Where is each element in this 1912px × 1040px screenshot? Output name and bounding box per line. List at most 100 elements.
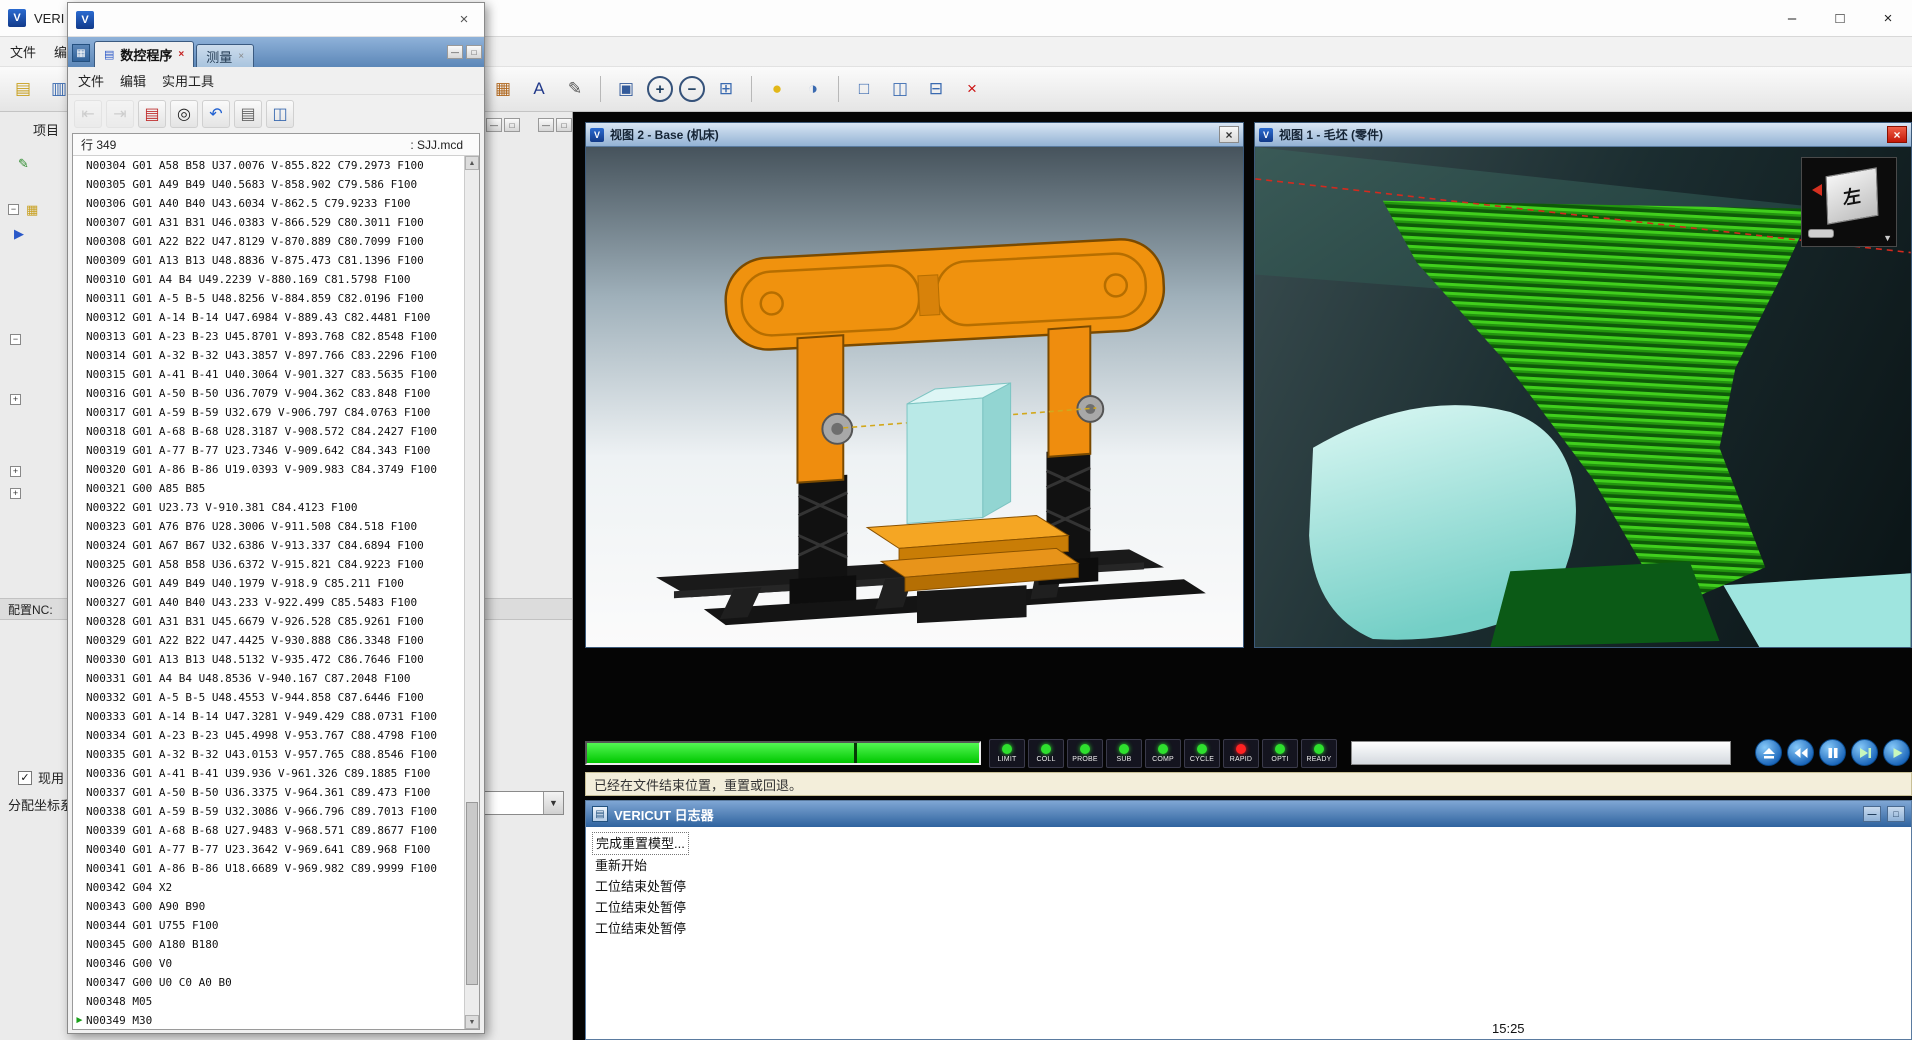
gcode-line[interactable]: N00343 G00 A90 B90 [73, 897, 464, 916]
gcode-line[interactable]: N00335 G01 A-32 B-32 U43.0153 V-957.765 … [73, 745, 464, 764]
gcode-line[interactable]: N00316 G01 A-50 B-50 U36.7079 V-904.362 … [73, 384, 464, 403]
orientation-cube-icon[interactable]: 左 [1826, 167, 1879, 224]
gcode-line[interactable]: N00307 G01 A31 B31 U46.0383 V-866.529 C8… [73, 213, 464, 232]
print-icon[interactable]: ▤ [234, 100, 262, 128]
gcode-scrollbar[interactable]: ▲ ▼ [464, 156, 479, 1029]
project-node-icon[interactable]: ▦ [26, 202, 38, 218]
gcode-line[interactable]: N00314 G01 A-32 B-32 U43.3857 V-897.766 … [73, 346, 464, 365]
markup-pencil-icon[interactable]: ✎ [18, 156, 29, 172]
project-panel-label[interactable]: 项目 [33, 120, 59, 139]
active-checkbox-row[interactable]: ✓ 现用 [18, 768, 64, 787]
gcode-line[interactable]: N00320 G01 A-86 B-86 U19.0393 V-909.983 … [73, 460, 464, 479]
logger-minimize-button[interactable]: — [1863, 806, 1881, 822]
gcode-line[interactable]: N00317 G01 A-59 B-59 U32.679 V-906.797 C… [73, 403, 464, 422]
transport-button-cycle[interactable]: CYCLE [1184, 739, 1220, 768]
gcode-line[interactable]: N00310 G01 A4 B4 U49.2239 V-880.169 C81.… [73, 270, 464, 289]
gcode-list[interactable]: N00304 G01 A58 B58 U37.0076 V-855.822 C7… [73, 156, 464, 1029]
close-view-icon[interactable]: × [957, 74, 987, 104]
layout-split-horizontal-icon[interactable]: ⊟ [921, 74, 951, 104]
view1-close-button[interactable]: × [1887, 126, 1907, 143]
refresh-model-icon[interactable]: ● [762, 74, 792, 104]
step-forward-button[interactable] [1851, 739, 1878, 766]
scroll-up-icon[interactable]: ▲ [465, 156, 479, 170]
pane2-minimize-button[interactable]: — [538, 118, 554, 132]
view2-content[interactable] [586, 147, 1243, 647]
gcode-line[interactable]: N00336 G01 A-41 B-41 U39.936 V-961.326 C… [73, 764, 464, 783]
dropdown-arrow-icon[interactable]: ▼ [543, 792, 563, 814]
gcode-line[interactable]: N00322 G01 U23.73 V-910.381 C84.4123 F10… [73, 498, 464, 517]
gcode-line[interactable]: N00312 G01 A-14 B-14 U47.6984 V-889.43 C… [73, 308, 464, 327]
transport-button-opti[interactable]: OPTI [1262, 739, 1298, 768]
speed-slider-track[interactable] [1351, 741, 1731, 765]
gcode-line[interactable]: N00337 G01 A-50 B-50 U36.3375 V-964.361 … [73, 783, 464, 802]
pane2-restore-button[interactable]: □ [556, 118, 572, 132]
gcode-line[interactable]: N00334 G01 A-23 B-23 U45.4998 V-953.767 … [73, 726, 464, 745]
nc-file-icon[interactable]: ▤ [138, 100, 166, 128]
minimize-button[interactable]: – [1768, 0, 1816, 37]
scrollbar-thumb[interactable] [466, 802, 478, 985]
transport-button-ready[interactable]: READY [1301, 739, 1337, 768]
gcode-line[interactable]: N00321 G00 A85 B85 [73, 479, 464, 498]
transport-button-sub[interactable]: SUB [1106, 739, 1142, 768]
gcode-line[interactable]: N00305 G01 A49 B49 U40.5683 V-858.902 C7… [73, 175, 464, 194]
play-button[interactable] [1883, 739, 1910, 766]
gcode-line[interactable]: N00342 G04 X2 [73, 878, 464, 897]
gcode-line[interactable]: N00306 G01 A40 B40 U43.6034 V-862.5 C79.… [73, 194, 464, 213]
gcode-line[interactable]: N00327 G01 A40 B40 U43.233 V-922.499 C85… [73, 593, 464, 612]
view1-titlebar[interactable]: V 视图 1 - 毛坯 (零件) × [1255, 123, 1911, 147]
transport-button-comp[interactable]: COMP [1145, 739, 1181, 768]
tree-collapse-icon[interactable]: − [8, 204, 19, 215]
control-settings-icon[interactable]: A [524, 74, 554, 104]
gcode-line[interactable]: N00313 G01 A-23 B-23 U45.8701 V-893.768 … [73, 327, 464, 346]
gcode-line[interactable]: N00338 G01 A-59 B-59 U32.3086 V-966.796 … [73, 802, 464, 821]
view2-close-button[interactable]: × [1219, 126, 1239, 143]
menu-item-2[interactable]: 实用工具 [162, 71, 214, 90]
layout-single-view-icon[interactable]: □ [849, 74, 879, 104]
menu-item-1[interactable]: 编辑 [120, 71, 146, 90]
gcode-line[interactable]: N00324 G01 A67 B67 U32.6386 V-913.337 C8… [73, 536, 464, 555]
gcode-line[interactable]: N00304 G01 A58 B58 U37.0076 V-855.822 C7… [73, 156, 464, 175]
gcode-line[interactable]: N00333 G01 A-14 B-14 U47.3281 V-949.429 … [73, 707, 464, 726]
nc-program-tab-close-icon[interactable]: × [178, 49, 184, 60]
eject-button[interactable] [1755, 739, 1782, 766]
nc-float-button[interactable]: □ [466, 45, 482, 59]
tree-expand-icon[interactable]: + [10, 394, 21, 405]
tree-expand3-icon[interactable]: + [10, 488, 21, 499]
logger-titlebar[interactable]: ▤ VERICUT 日志器 — □ [586, 801, 1911, 827]
gcode-line[interactable]: N00318 G01 A-68 B-68 U28.3187 V-908.572 … [73, 422, 464, 441]
log-line[interactable]: 重新开始 [592, 855, 650, 876]
pause-button[interactable] [1819, 739, 1846, 766]
gcode-line[interactable]: N00329 G01 A22 B22 U47.4425 V-930.888 C8… [73, 631, 464, 650]
measure-tab-close-icon[interactable]: × [238, 51, 244, 62]
nc-titlebar[interactable]: V × [68, 3, 484, 37]
transport-button-coll[interactable]: COLL [1028, 739, 1064, 768]
maximize-button[interactable]: □ [1816, 0, 1864, 37]
transport-button-limit[interactable]: LIMIT [989, 739, 1025, 768]
view-orientation-icon[interactable]: ◑ [798, 74, 828, 104]
tab-nc-program[interactable]: ▤ 数控程序 × [94, 41, 194, 67]
close-button[interactable]: × [1864, 0, 1912, 37]
gcode-line[interactable]: N00348 M05 [73, 992, 464, 1011]
menu-item-0[interactable]: 文件 [78, 71, 104, 90]
gcode-line[interactable]: N00345 G00 A180 B180 [73, 935, 464, 954]
gcode-line[interactable]: N00311 G01 A-5 B-5 U48.8256 V-884.859 C8… [73, 289, 464, 308]
layout-split-vertical-icon[interactable]: ◫ [885, 74, 915, 104]
gcode-line[interactable]: N00319 G01 A-77 B-77 U23.7346 V-909.642 … [73, 441, 464, 460]
gcode-line[interactable]: N00339 G01 A-68 B-68 U27.9483 V-968.571 … [73, 821, 464, 840]
machine-3d-model[interactable] [586, 147, 1243, 647]
tree-expand2-icon[interactable]: + [10, 466, 21, 477]
gcode-line[interactable]: ►N00349 M30 [73, 1011, 464, 1029]
orientation-widget[interactable]: 左 ▼ [1801, 157, 1897, 247]
gcode-line[interactable]: N00326 G01 A49 B49 U40.1979 V-918.9 C85.… [73, 574, 464, 593]
gcode-line[interactable]: N00332 G01 A-5 B-5 U48.4553 V-944.858 C8… [73, 688, 464, 707]
zoom-in-icon[interactable]: + [647, 76, 673, 102]
gcode-line[interactable]: N00328 G01 A31 B31 U45.6679 V-926.528 C8… [73, 612, 464, 631]
gcode-line[interactable]: N00341 G01 A-86 B-86 U18.6689 V-969.982 … [73, 859, 464, 878]
pane-minimize-button[interactable]: — [486, 118, 502, 132]
gcode-line[interactable]: N00309 G01 A13 B13 U48.8836 V-875.473 C8… [73, 251, 464, 270]
gcode-line[interactable]: N00346 G00 V0 [73, 954, 464, 973]
select-region-icon[interactable]: ▣ [611, 74, 641, 104]
orientation-dropdown-icon[interactable]: ▼ [1883, 233, 1892, 243]
logger-restore-button[interactable]: □ [1887, 806, 1905, 822]
run-node-icon[interactable]: ▶ [14, 226, 24, 242]
